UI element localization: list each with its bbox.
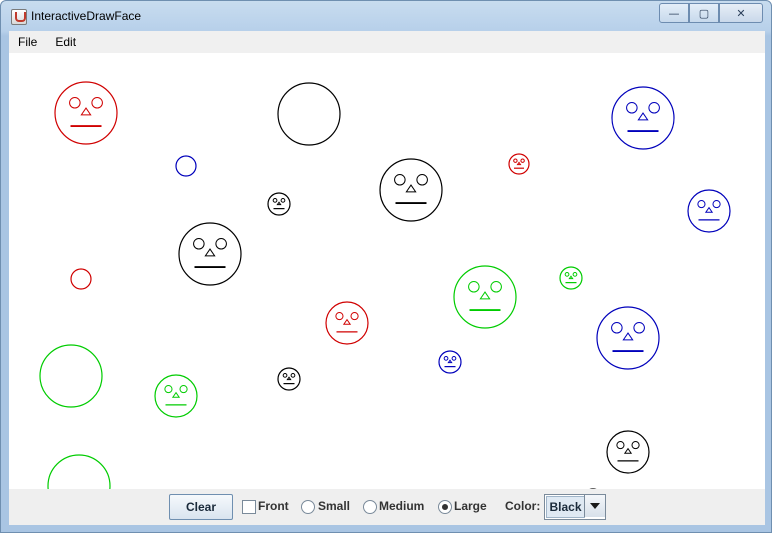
face-0 xyxy=(54,81,118,145)
drawing-canvas[interactable] xyxy=(9,53,765,489)
face-7 xyxy=(687,189,731,233)
medium-label: Medium xyxy=(379,499,425,513)
small-label: Small xyxy=(318,499,351,513)
face-12 xyxy=(325,301,369,345)
face-8 xyxy=(178,222,242,286)
small-radio[interactable] xyxy=(301,500,315,514)
title-bar[interactable]: InteractiveDrawFace — ▢ ✕ xyxy=(1,1,771,31)
face-11 xyxy=(453,265,517,329)
menu-file[interactable]: File xyxy=(9,35,46,49)
face-10 xyxy=(559,266,583,290)
color-select-value: Black xyxy=(546,496,585,518)
face-16 xyxy=(277,367,301,391)
face-4 xyxy=(508,153,530,175)
faces-drawing[interactable] xyxy=(9,53,765,489)
app-window: InteractiveDrawFace — ▢ ✕ File Edit Clea… xyxy=(0,0,772,533)
circle-9 xyxy=(70,268,92,290)
face-17 xyxy=(154,374,198,418)
window-controls: — ▢ ✕ xyxy=(659,3,763,23)
chevron-down-icon[interactable] xyxy=(584,495,605,517)
circle-15 xyxy=(39,344,103,408)
maximize-button[interactable]: ▢ xyxy=(689,3,719,23)
minimize-button[interactable]: — xyxy=(659,3,689,23)
front-checkbox[interactable] xyxy=(242,500,256,514)
face-18 xyxy=(606,430,650,474)
java-app-icon xyxy=(11,9,27,25)
face-6 xyxy=(267,192,291,216)
large-label: Large xyxy=(454,499,487,513)
control-panel: Clear Front Small Medium Large Color: Bl… xyxy=(9,489,765,525)
close-button[interactable]: ✕ xyxy=(719,3,763,23)
face-14 xyxy=(438,350,462,374)
face-5 xyxy=(379,158,443,222)
menu-bar: File Edit xyxy=(9,31,765,53)
menu-edit[interactable]: Edit xyxy=(46,35,85,49)
clear-button[interactable]: Clear xyxy=(169,494,233,520)
large-radio[interactable] xyxy=(438,500,452,514)
circle-3 xyxy=(175,155,197,177)
medium-radio[interactable] xyxy=(363,500,377,514)
circle-19 xyxy=(47,454,111,489)
circle-1 xyxy=(277,82,341,146)
color-label: Color: xyxy=(505,499,541,513)
face-2 xyxy=(611,86,675,150)
face-13 xyxy=(596,306,660,370)
front-label: Front xyxy=(258,499,289,513)
color-select[interactable]: Black xyxy=(544,494,606,520)
window-title: InteractiveDrawFace xyxy=(31,9,142,23)
